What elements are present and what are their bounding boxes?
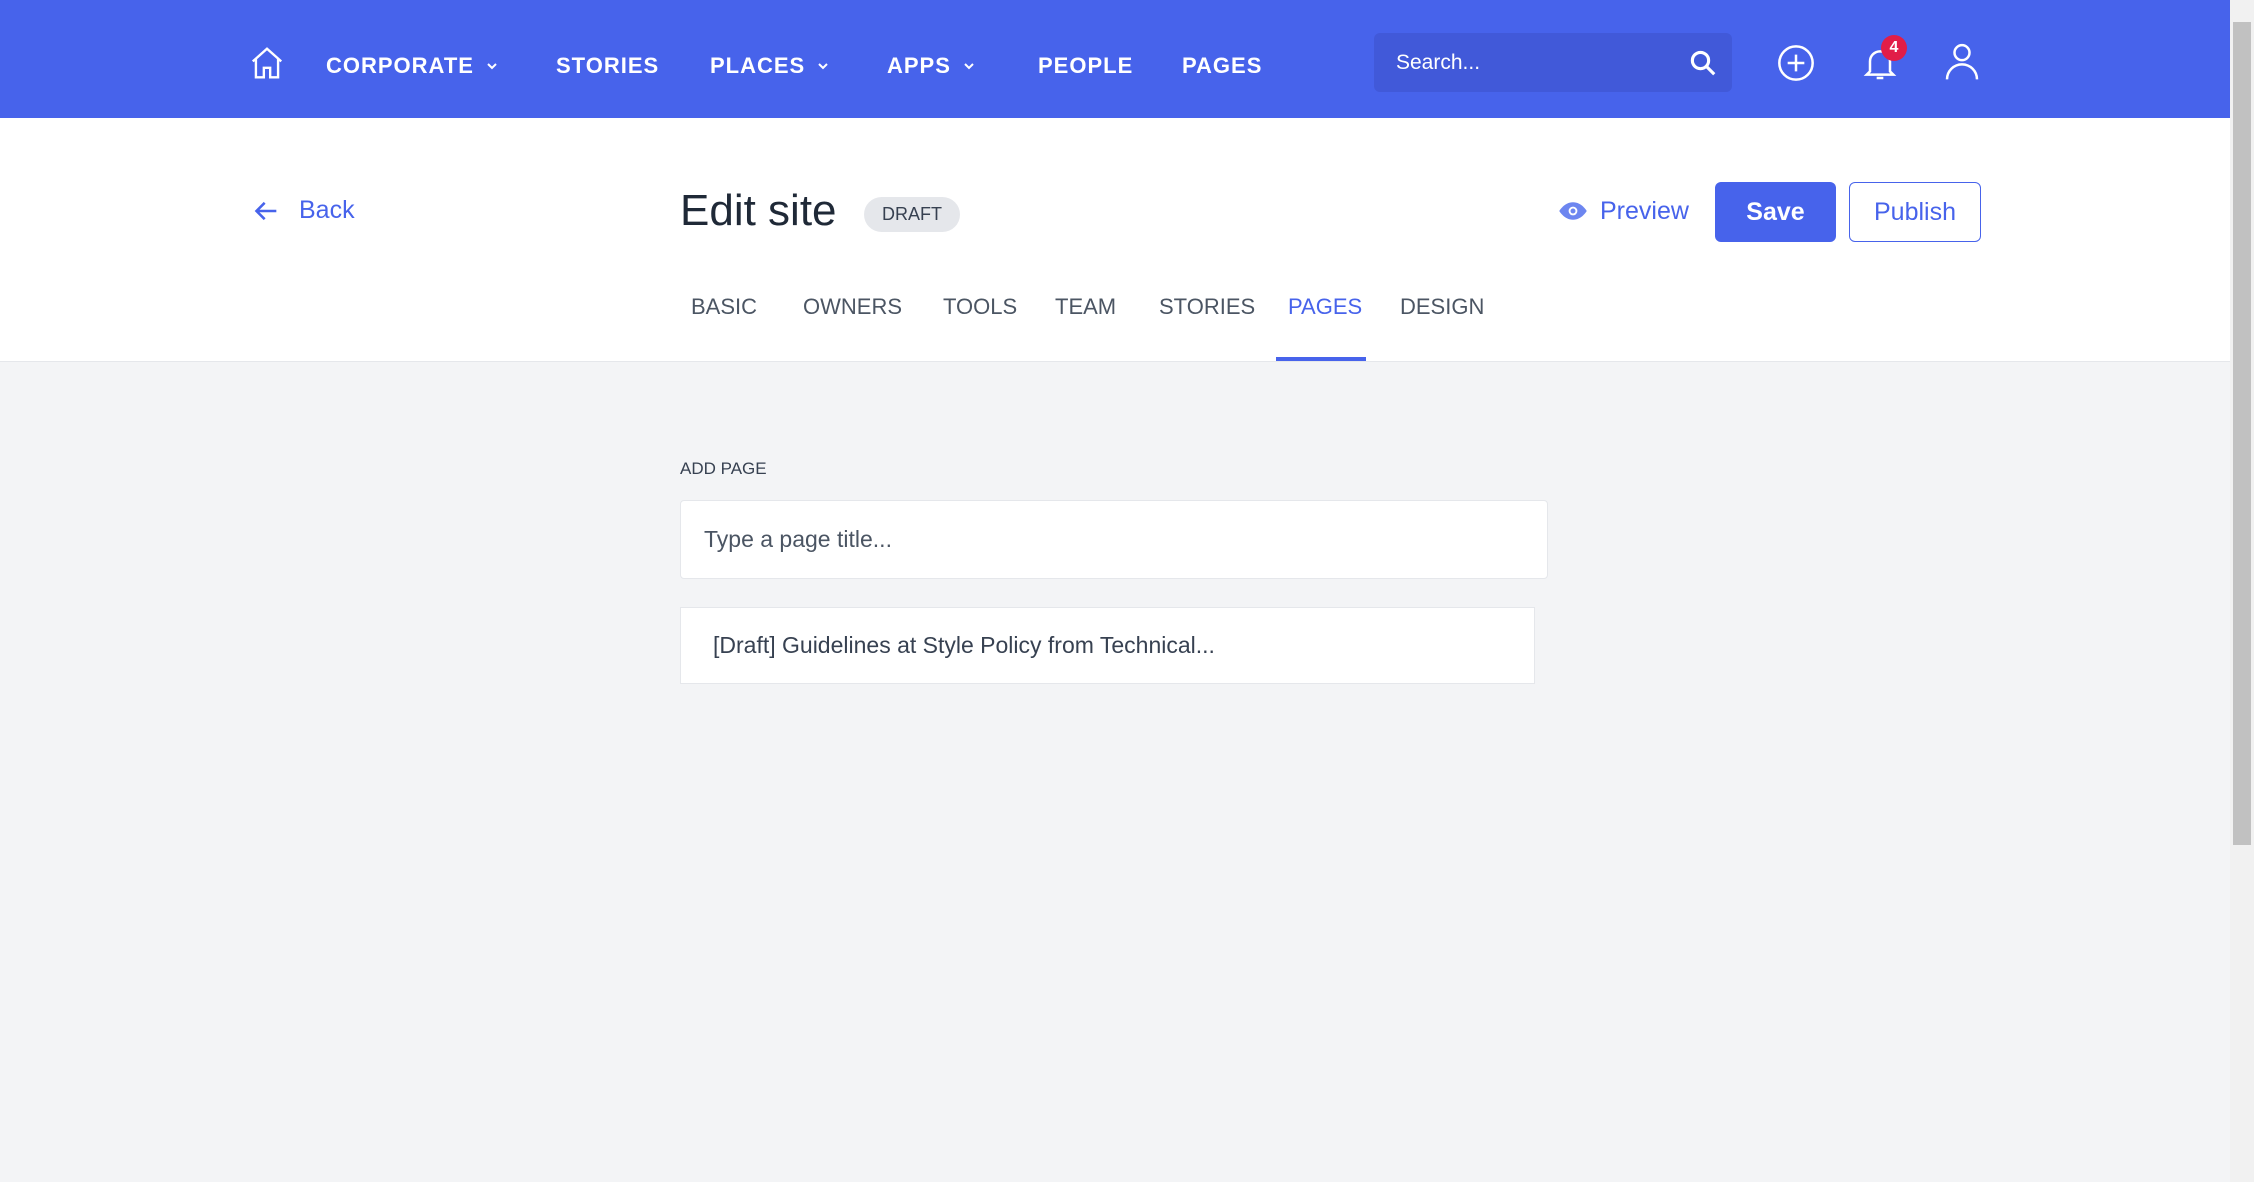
notification-badge: 4 [1881, 35, 1907, 61]
nav-places[interactable]: PLACES [710, 53, 831, 79]
search-box [1374, 33, 1732, 92]
nav-label: PAGES [1182, 53, 1263, 78]
nav-label: APPS [887, 53, 951, 78]
nav-corporate[interactable]: CORPORATE [326, 53, 500, 79]
publish-button[interactable]: Publish [1849, 182, 1981, 242]
active-tab-indicator [1276, 357, 1366, 361]
page-title: Edit site [680, 186, 837, 235]
page-title-input[interactable] [680, 500, 1548, 579]
back-button[interactable]: Back [253, 196, 355, 225]
nav-people[interactable]: PEOPLE [1038, 53, 1133, 79]
preview-label: Preview [1600, 196, 1689, 225]
user-icon[interactable] [1942, 41, 1982, 81]
eye-icon [1559, 202, 1587, 220]
page-list-item[interactable]: [Draft] Guidelines at Style Policy from … [680, 607, 1535, 684]
preview-button[interactable]: Preview [1558, 196, 1689, 226]
arrow-left-icon [254, 201, 277, 220]
scrollbar-thumb[interactable] [2233, 22, 2251, 845]
back-label: Back [299, 196, 355, 224]
home-icon[interactable] [248, 44, 286, 82]
add-page-label: ADD PAGE [680, 459, 767, 478]
tab-pages[interactable]: PAGES [1288, 294, 1362, 320]
add-circle-icon[interactable] [1776, 43, 1816, 83]
chevron-down-icon [818, 63, 828, 70]
nav-label: PEOPLE [1038, 53, 1134, 78]
tab-design[interactable]: DESIGN [1400, 294, 1484, 320]
nav-label: STORIES [556, 53, 660, 78]
tab-tools[interactable]: TOOLS [943, 294, 1017, 320]
tab-stories[interactable]: STORIES [1159, 294, 1255, 320]
save-button[interactable]: Save [1715, 182, 1836, 242]
chevron-down-icon [487, 63, 497, 70]
nav-label: PLACES [710, 53, 806, 78]
tab-team[interactable]: TEAM [1055, 294, 1116, 320]
nav-label: CORPORATE [326, 53, 474, 78]
nav-stories[interactable]: STORIES [556, 53, 659, 79]
nav-apps[interactable]: APPS [887, 53, 977, 79]
chevron-down-icon [964, 63, 974, 70]
tab-owners[interactable]: OWNERS [803, 294, 902, 320]
search-input[interactable] [1396, 33, 1676, 92]
search-icon[interactable] [1688, 48, 1718, 78]
tab-basic[interactable]: BASIC [691, 294, 757, 320]
status-badge: DRAFT [864, 197, 960, 232]
nav-pages[interactable]: PAGES [1182, 53, 1262, 79]
